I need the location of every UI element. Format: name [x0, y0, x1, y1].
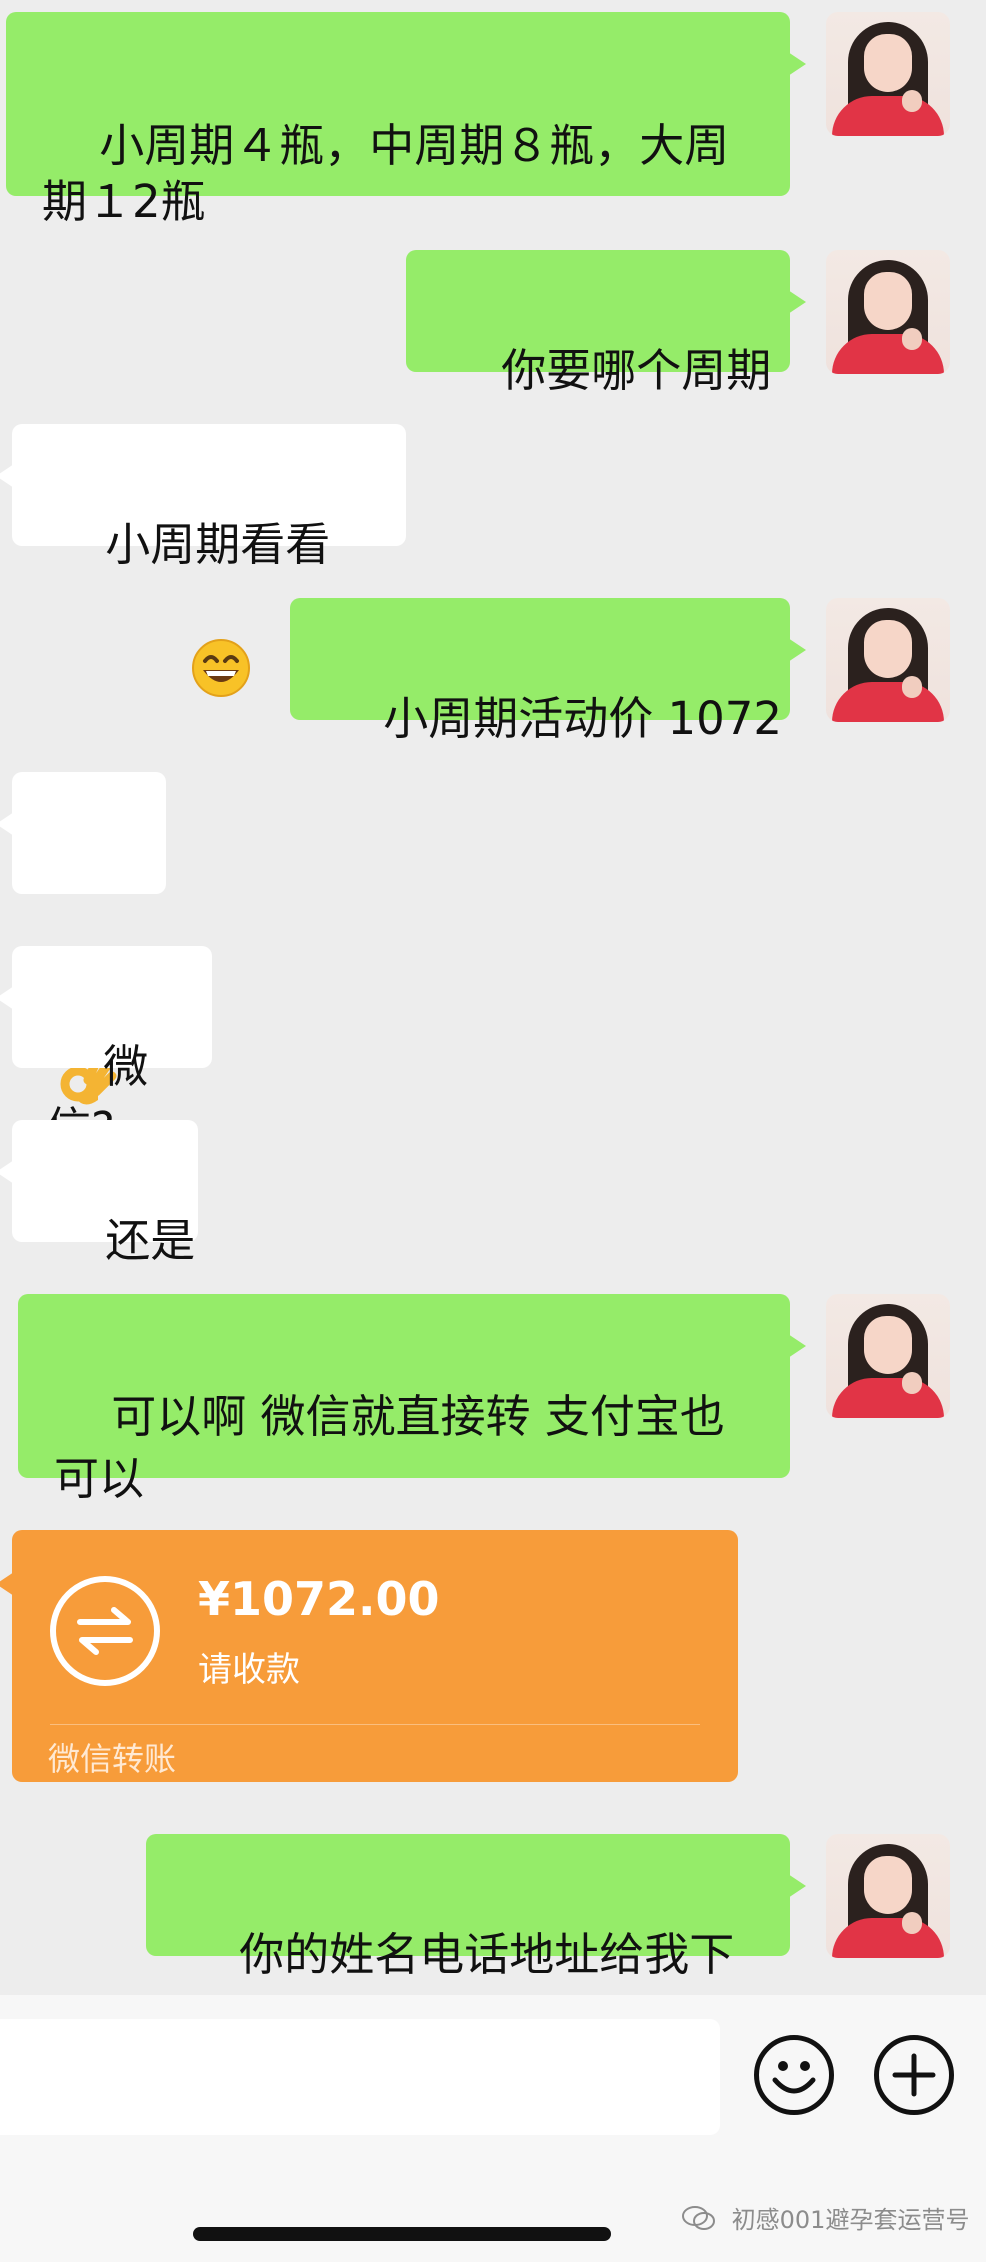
message-text: 小周期４瓶，中周期８瓶，大周 期１2瓶 — [42, 119, 730, 228]
wechat-logo-icon — [682, 2205, 716, 2237]
wechat-transfer-card[interactable]: ¥1072.00 请收款 微信转账 — [0, 1530, 738, 1782]
incoming-message[interactable]: 微信? — [0, 946, 212, 1155]
avatar[interactable] — [826, 250, 950, 374]
message-text: 可以啊 微信就直接转 支付宝也 可以 — [54, 1390, 725, 1505]
transfer-status: 请收款 — [198, 1650, 300, 1690]
message-text: 小周期看看 — [105, 518, 331, 571]
avatar[interactable] — [826, 1294, 950, 1418]
grinning-face-emoji — [105, 576, 251, 776]
message-text: 还是 — [105, 1214, 196, 1267]
incoming-message[interactable]: 小周期看看 — [0, 424, 406, 697]
watermark-text: 初感001避孕套运营号 — [731, 2206, 970, 2234]
incoming-message[interactable]: 还是 — [0, 1120, 198, 1267]
outgoing-message[interactable]: 你的姓名电话地址给我下 — [146, 1834, 806, 1981]
transfer-icon — [50, 1576, 160, 1686]
outgoing-message[interactable]: 小周期４瓶，中周期８瓶，大周 期１2瓶 — [6, 12, 806, 228]
incoming-message[interactable] — [0, 772, 166, 1105]
avatar[interactable] — [826, 598, 950, 722]
divider — [50, 1724, 700, 1725]
message-input[interactable] — [0, 2019, 720, 2135]
message-text: 你要哪个周期 — [501, 344, 772, 397]
avatar[interactable] — [826, 12, 950, 136]
outgoing-message[interactable]: 可以啊 微信就直接转 支付宝也 可以 — [18, 1294, 806, 1505]
home-indicator — [193, 2227, 611, 2241]
transfer-amount: ¥1072.00 — [198, 1572, 440, 1626]
transfer-label: 微信转账 — [48, 1740, 177, 1778]
outgoing-message[interactable]: 你要哪个周期 — [406, 250, 806, 397]
message-text: 小周期活动价 1072 — [383, 692, 783, 745]
outgoing-message[interactable]: 小周期活动价 1072 — [290, 598, 806, 745]
plus-circle-icon[interactable] — [874, 2035, 954, 2115]
message-text: 你的姓名电话地址给我下 — [239, 1928, 735, 1981]
avatar[interactable] — [826, 1834, 950, 1958]
watermark: 初感001避孕套运营号 — [682, 2200, 969, 2237]
smiley-icon[interactable] — [754, 2035, 834, 2115]
